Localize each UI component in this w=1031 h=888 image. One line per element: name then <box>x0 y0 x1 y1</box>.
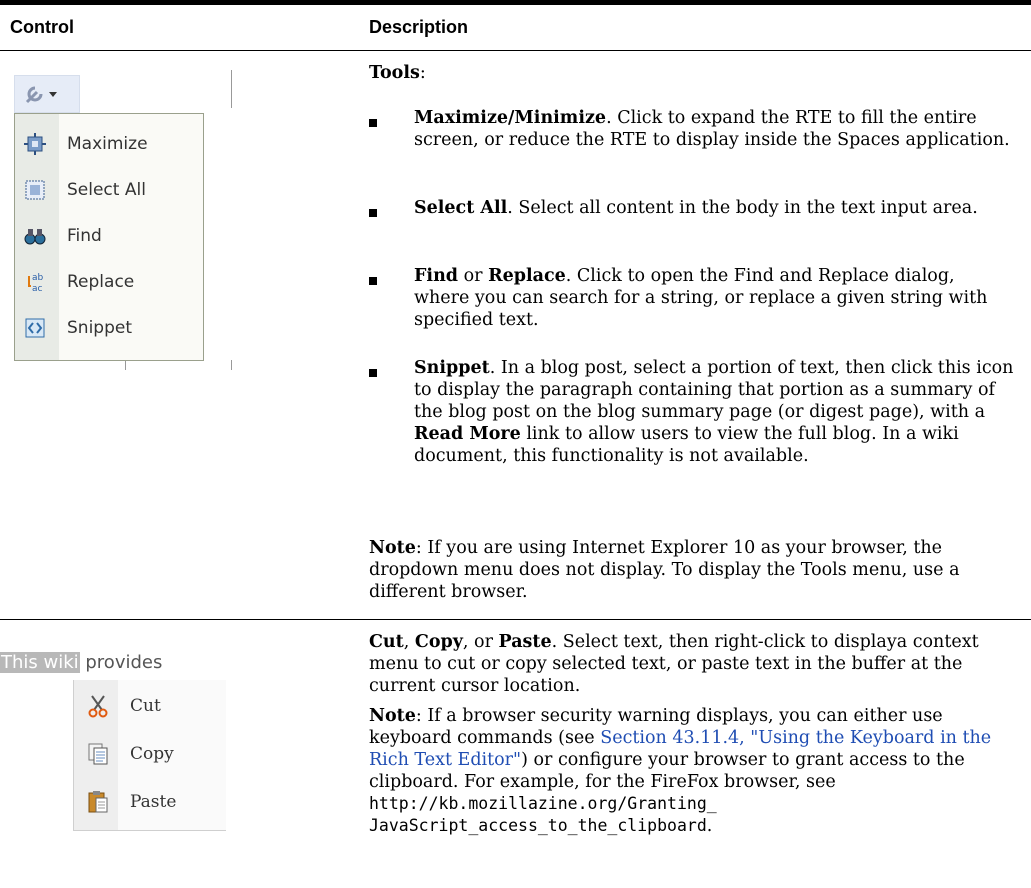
menu-item-label: Cut <box>130 696 161 716</box>
tools-menu: Maximize Select All Find ab ac Replace S… <box>14 113 204 361</box>
table-top-rule <box>0 0 1031 5</box>
selected-text-sample: This wiki provides <box>0 652 162 673</box>
wrench-icon <box>25 86 57 104</box>
bullet-term: Find <box>414 266 459 286</box>
clipboard-note: Note: If a browser security warning disp… <box>369 705 1009 837</box>
bullet-term: Snippet <box>414 358 490 378</box>
row-divider <box>0 619 1031 620</box>
bullet-text: . In a blog post, select a portion of te… <box>414 358 1014 422</box>
bullet-marker <box>369 277 377 285</box>
select-all-icon <box>25 180 45 200</box>
bullet-marker <box>369 369 377 377</box>
clipboard-description: Cut, Copy, or Paste. Select text, then r… <box>369 631 1009 697</box>
snippet-icon <box>25 318 45 338</box>
bullet-term: Read More <box>414 424 521 444</box>
menu-item-find[interactable]: Find <box>15 216 203 258</box>
bullet-term: Replace <box>488 266 566 286</box>
bullet-term: Maximize/Minimize <box>414 108 607 128</box>
menu-item-copy[interactable]: Copy <box>74 732 226 776</box>
header-description: Description <box>369 17 469 37</box>
menu-item-label: Select All <box>67 180 146 200</box>
toolbar-divider <box>231 70 232 108</box>
maximize-icon <box>24 133 46 155</box>
menu-item-label: Replace <box>67 272 135 292</box>
toolbar-divider <box>125 360 126 370</box>
bullet-select-all: Select All. Select all content in the bo… <box>414 197 1014 219</box>
note-text: . <box>706 816 713 836</box>
replace-icon: ab ac <box>28 273 44 293</box>
note-label: Note <box>369 706 416 726</box>
note-label: Note <box>369 538 416 558</box>
bullet-marker <box>369 119 377 127</box>
bullet-maximize: Maximize/Minimize. Click to expand the R… <box>414 107 1014 151</box>
bullet-text: . Select all content in the body in the … <box>507 198 978 218</box>
tools-title: Tools: <box>369 63 426 83</box>
menu-item-replace[interactable]: ab ac Replace <box>15 262 203 304</box>
context-menu: Cut Copy Paste <box>73 680 226 831</box>
sample-text: provides <box>79 652 163 673</box>
tools-note: Note: If you are using Internet Explorer… <box>369 537 1009 603</box>
menu-item-maximize[interactable]: Maximize <box>15 124 203 166</box>
menu-item-paste[interactable]: Paste <box>74 780 226 824</box>
svg-text:ab: ab <box>32 273 44 283</box>
separator: , or <box>462 632 499 652</box>
menu-item-label: Copy <box>130 744 174 764</box>
menu-item-cut[interactable]: Cut <box>74 684 226 728</box>
menu-item-snippet[interactable]: Snippet <box>15 308 203 350</box>
binoculars-icon <box>24 229 46 245</box>
document-page: Control Description Maximize Select All … <box>0 0 1031 888</box>
svg-text:ac: ac <box>32 284 43 293</box>
separator: , <box>403 632 415 652</box>
tools-dropdown-button[interactable] <box>14 75 80 113</box>
menu-item-select-all[interactable]: Select All <box>15 170 203 212</box>
term-paste: Paste <box>498 632 552 652</box>
menu-item-label: Find <box>67 226 102 246</box>
bullet-snippet: Snippet. In a blog post, select a portio… <box>414 357 1014 467</box>
bullet-find-replace: Find or Replace. Click to open the Find … <box>414 265 1014 331</box>
note-text: : If you are using Internet Explorer 10 … <box>369 538 960 602</box>
paste-icon <box>88 791 108 813</box>
scissors-icon <box>88 695 108 718</box>
menu-item-label: Snippet <box>67 318 132 338</box>
toolbar-divider <box>231 360 232 370</box>
term-cut: Cut <box>369 632 404 652</box>
tools-title-bold: Tools <box>369 63 420 83</box>
bullet-text: or <box>458 266 489 286</box>
header-control: Control <box>10 17 74 37</box>
header-rule <box>0 50 1031 51</box>
highlighted-text: This wiki <box>0 652 80 673</box>
menu-item-label: Maximize <box>67 134 148 154</box>
term-copy: Copy <box>414 632 463 652</box>
menu-item-label: Paste <box>130 792 177 812</box>
copy-icon <box>88 743 108 765</box>
url-text: http://kb.mozillazine.org/Granting_ <box>369 794 717 813</box>
url-text: JavaScript_access_to_the_clipboard <box>369 816 707 835</box>
bullet-term: Select All <box>414 198 508 218</box>
bullet-marker <box>369 209 377 217</box>
